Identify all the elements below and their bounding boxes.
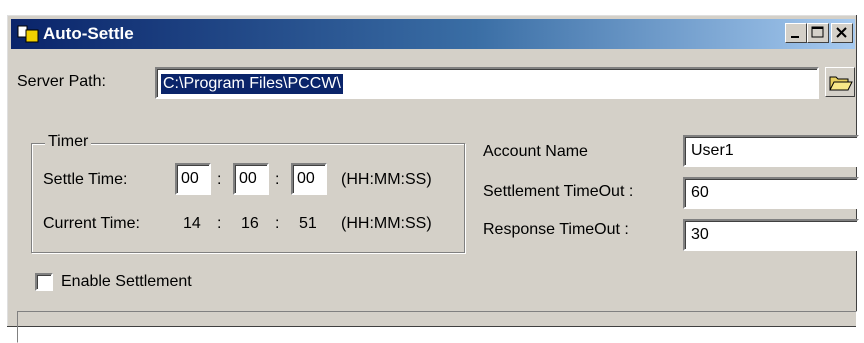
minimize-button[interactable] [785, 23, 807, 43]
server-path-label: Server Path: [17, 73, 106, 90]
maximize-icon [811, 26, 824, 38]
current-time-format: (HH:MM:SS) [341, 215, 432, 232]
settle-time-label: Settle Time: [43, 171, 128, 188]
settlement-timeout-label: Settlement TimeOut : [483, 183, 634, 200]
time-separator: : [275, 215, 280, 232]
settle-hour-value: 00 [181, 170, 199, 187]
folder-open-icon [829, 76, 853, 91]
settle-second-field[interactable]: 00 [291, 163, 327, 195]
settlement-timeout-input[interactable]: 60 [683, 177, 859, 209]
browse-button[interactable] [825, 67, 855, 97]
time-separator: : [217, 171, 222, 188]
window-title: Auto-Settle [43, 24, 134, 43]
settle-time-format: (HH:MM:SS) [341, 171, 432, 188]
settle-second-value: 00 [297, 170, 315, 187]
timer-groupbox [31, 143, 465, 253]
settlement-timeout-value: 60 [691, 184, 709, 201]
title-bar[interactable]: Auto-Settle [11, 19, 855, 49]
response-timeout-input[interactable]: 30 [683, 219, 859, 251]
time-separator: : [217, 215, 222, 232]
settle-minute-value: 00 [239, 170, 257, 187]
current-time-label: Current Time: [43, 215, 140, 232]
account-name-value: User1 [691, 142, 734, 159]
minimize-icon [791, 36, 799, 38]
settle-minute-field[interactable]: 00 [233, 163, 269, 195]
account-name-input[interactable]: User1 [683, 135, 859, 167]
timer-group-title: Timer [45, 133, 92, 151]
response-timeout-label: Response TimeOut : [483, 221, 629, 238]
current-hour: 14 [183, 215, 201, 232]
server-path-input[interactable]: C:\Program Files\PCCW\ [155, 67, 819, 99]
current-second: 51 [299, 215, 317, 232]
response-timeout-value: 30 [691, 226, 709, 243]
close-icon [836, 27, 847, 38]
status-bar [17, 311, 857, 343]
current-minute: 16 [241, 215, 259, 232]
server-path-value: C:\Program Files\PCCW\ [161, 74, 343, 94]
auto-settle-window: Auto-Settle Server Path: C:\Program File… [6, 14, 859, 343]
enable-settlement-label[interactable]: Enable Settlement [61, 273, 192, 291]
app-icon [17, 25, 39, 43]
close-button[interactable] [831, 23, 853, 43]
maximize-button[interactable] [807, 23, 829, 43]
settle-hour-field[interactable]: 00 [175, 163, 211, 195]
time-separator: : [275, 171, 280, 188]
enable-settlement-checkbox[interactable] [35, 273, 53, 291]
account-name-label: Account Name [483, 143, 588, 160]
